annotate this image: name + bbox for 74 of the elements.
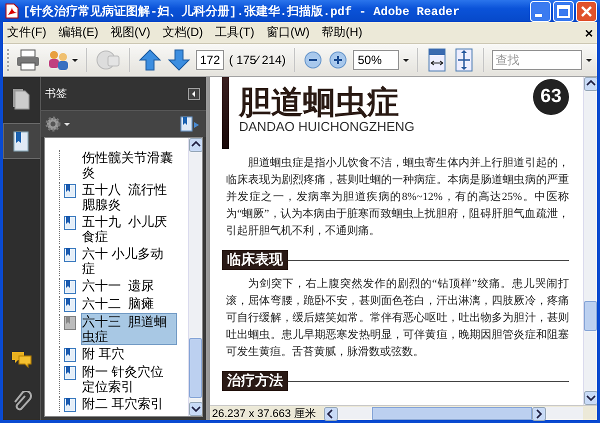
paragraph: 胆道蛔虫症是指小儿饮食不洁，蛔虫寄生体内并上行胆道引起的，临床表现为剧烈疼痛，甚则吐蛔的一种病症。本病是肠道蛔虫病的严重并发症之一，发病率为胆道疾病的8%~12%，有的高达25%。中医称为“蛔厥”，认为本病由于脏寒而致蛔虫上扰胆府，阻碍肝胆气血疏泄，引起肝胆气机不利，不通则痛。: [226, 156, 569, 239]
scroll-thumb[interactable]: [189, 338, 202, 398]
menu-item[interactable]: 编辑(E): [58, 24, 98, 41]
section-heading: 临床表现: [222, 250, 288, 270]
speech-bubbles-icon: [10, 349, 32, 371]
zoom-in-icon[interactable]: [328, 50, 348, 70]
down-arrow-icon[interactable]: [167, 48, 191, 72]
scroll-down-button[interactable]: [189, 402, 202, 416]
dropdown-caret-icon[interactable]: [402, 58, 409, 62]
close-button[interactable]: [576, 0, 597, 22]
scroll-down-button[interactable]: [584, 391, 597, 405]
pdf-file-icon: [5, 3, 19, 19]
gear-icon[interactable]: [45, 116, 71, 132]
scrollbar[interactable]: [324, 406, 583, 420]
menu-item[interactable]: 文档(D): [162, 24, 203, 41]
panel-title: 书签: [45, 87, 67, 101]
chapter-subtitle: DANDAO HUICHONGZHENG: [239, 119, 416, 135]
bookmark-item[interactable]: 五十八 流行性腮腺炎: [82, 182, 176, 212]
page-number-field[interactable]: 172: [196, 50, 224, 70]
search-field[interactable]: 查找: [492, 50, 582, 70]
bookmark-icon: [64, 316, 76, 330]
bookmark-expand-icon[interactable]: [180, 116, 200, 132]
scroll-right-button[interactable]: [532, 406, 546, 420]
scroll-up-button[interactable]: [189, 138, 202, 152]
zoom-field[interactable]: 50%: [352, 50, 399, 70]
chapter-title: 胆道蛔虫症: [239, 85, 400, 119]
menu-item[interactable]: 工具(T): [215, 24, 254, 41]
print-icon[interactable]: [15, 48, 41, 72]
bookmark-item[interactable]: 六十一 遗尿: [82, 278, 176, 293]
scroll-thumb[interactable]: [584, 301, 597, 331]
bookmark-icon: [64, 184, 76, 198]
close-document-button[interactable]: ×: [584, 24, 593, 40]
bookmark-icon: [64, 298, 76, 312]
title-bar-decoration: [222, 77, 229, 149]
scrollbar[interactable]: [583, 77, 597, 405]
bookmark-item[interactable]: 六十 小儿多动症: [82, 246, 176, 276]
chapter-number-badge: 63: [533, 79, 569, 115]
bookmark-item[interactable]: 附一 针灸穴位定位索引: [82, 364, 176, 394]
bookmark-icon: [64, 280, 76, 294]
dropdown-caret-icon[interactable]: [586, 58, 592, 62]
maximize-button[interactable]: [553, 0, 574, 22]
zoom-out-icon[interactable]: [302, 50, 323, 70]
page-size-label: 26.237 x 37.663 厘米: [211, 406, 317, 420]
menu-item[interactable]: 文件(F): [7, 24, 46, 41]
bookmarks-tab[interactable]: [3, 123, 40, 159]
fit-width-icon[interactable]: [426, 48, 448, 72]
bookmark-icon: [64, 366, 76, 380]
bookmark-item[interactable]: 附 耳穴: [82, 346, 176, 361]
bookmark-item[interactable]: 五十九 小儿厌食症: [82, 214, 176, 244]
bookmark-item[interactable]: 附二 耳穴索引: [82, 396, 176, 411]
bookmark-item[interactable]: 六十二 脑瘫: [82, 296, 176, 311]
bookmark-icon: [64, 398, 76, 412]
page-icon: [10, 88, 32, 110]
bookmark-icon: [64, 216, 76, 230]
menu-item[interactable]: 帮助(H): [322, 24, 362, 41]
people-icon[interactable]: [46, 48, 78, 72]
bookmark-item[interactable]: 伤性髋关节滑囊炎: [82, 150, 176, 180]
scroll-up-button[interactable]: [584, 77, 597, 91]
bookmark-icon: [64, 348, 76, 362]
bookmark-item[interactable]: 六十三 胆道蛔虫症: [82, 314, 176, 344]
scroll-thumb[interactable]: [372, 406, 532, 420]
menu-item[interactable]: 窗口(W): [266, 24, 310, 41]
page-count: ( 175⁄ 214): [229, 53, 286, 67]
scroll-left-button[interactable]: [324, 406, 338, 420]
collapse-panel-button[interactable]: [188, 88, 200, 100]
minimize-button[interactable]: [530, 0, 551, 22]
bookmark-icon: [64, 248, 76, 262]
scrollbar[interactable]: [188, 138, 202, 416]
window-title: [针灸治疗常见病证图解-妇、儿科分册].张建华.扫描版.pdf - Adobe Reader: [23, 4, 461, 20]
section-heading: 治疗方法: [222, 371, 288, 391]
menu-item[interactable]: 视图(V): [110, 24, 150, 41]
up-arrow-icon[interactable]: [138, 48, 162, 72]
fit-page-icon[interactable]: [452, 48, 475, 72]
paragraph: 为剑突下，右上腹突然发作的剧烈的“钻顶样”绞痛。患儿哭闹打滚，屈体弯腰，跪卧不安，甚则面色苍白，汗出淋漓，四肢厥冷，疼痛可自行缓解，缓后嬉笑如常。常伴有恶心呕吐，吐出物多为胆汁，甚则吐出蛔虫。患儿早期恶寒发热明显，可伴黄疸，晚期因胆管炎症和阻塞可发生黄疸。舌苔黄腻，脉滑数或弦数。: [226, 276, 569, 360]
